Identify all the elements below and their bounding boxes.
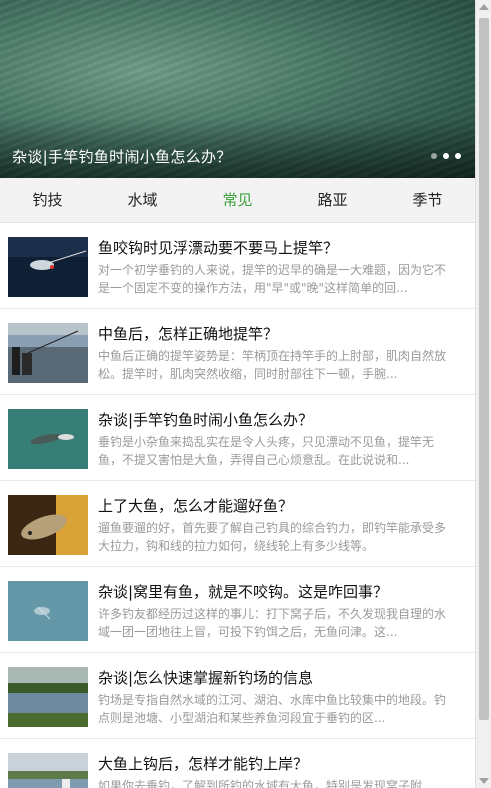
article-title[interactable]: 上了大鱼，怎么才能遛好鱼？ (98, 495, 468, 516)
article-summary: 如果你去垂钓，了解到所钓的水域有大鱼，特别是发现窝子附 (98, 779, 423, 788)
scrollbar[interactable] (475, 0, 491, 788)
pagination-dot[interactable] (455, 153, 461, 159)
category-tabs: 钓技 水域 常见 路亚 季节 (0, 178, 475, 223)
article-thumbnail (8, 237, 88, 297)
article-title[interactable]: 杂谈|窝里有鱼，就是不咬钩。这是咋回事？ (98, 581, 468, 602)
article-thumbnail (8, 495, 88, 555)
article-title[interactable]: 杂谈|怎么快速掌握新钓场的信息 (98, 667, 468, 688)
article-summary: 钓场是专指自然水域的江河、湖泊、水库中鱼比较集中的地段。钓点则是池塘、小型湖泊和… (98, 693, 447, 725)
article-summary: 遛鱼要遛的好，首先要了解自己钓具的综合钓力，即钓竿能承受多大拉力，钩和线的拉力如… (98, 521, 447, 553)
article-summary: 中鱼后正确的提竿姿势是：竿柄顶在持竿手的上肘部，肌肉自然放松。提竿时，肌肉突然收… (98, 349, 447, 381)
banner-caption: 杂谈|手竿钓鱼时闹小鱼怎么办？ (12, 148, 232, 166)
banner-pagination (431, 153, 461, 159)
tab-lure[interactable]: 路亚 (285, 178, 380, 222)
app-frame: 杂谈|手竿钓鱼时闹小鱼怎么办？ 钓技 水域 常见 路亚 季节 鱼咬钩时见浮漂动要… (0, 0, 475, 788)
pagination-dot-active[interactable] (443, 153, 449, 159)
article-summary: 垂钓是小杂鱼来捣乱实在是令人头疼，只见漂动不见鱼，提竿无鱼，不提又害怕是大鱼，弄… (98, 435, 435, 467)
scroll-down-arrow-icon[interactable] (479, 778, 489, 784)
pagination-dot[interactable] (431, 153, 437, 159)
scrollbar-thumb[interactable] (479, 18, 489, 720)
tab-waters[interactable]: 水域 (95, 178, 190, 222)
article-item[interactable]: 杂谈|手竿钓鱼时闹小鱼怎么办？ 垂钓是小杂鱼来捣乱实在是令人头疼，只见漂动不见鱼… (0, 395, 475, 481)
banner-slide[interactable]: 杂谈|手竿钓鱼时闹小鱼怎么办？ (0, 0, 475, 178)
tab-season[interactable]: 季节 (380, 178, 475, 222)
article-title[interactable]: 大鱼上钩后，怎样才能钓上岸？ (98, 753, 468, 774)
article-thumbnail (8, 753, 88, 788)
tab-techniques[interactable]: 钓技 (0, 178, 95, 222)
article-thumbnail (8, 409, 88, 469)
article-summary: 许多钓友都经历过这样的事儿：打下窝子后，不久发现我自理的水域一团一团地往上冒，可… (98, 607, 447, 639)
article-thumbnail (8, 581, 88, 641)
article-item[interactable]: 中鱼后，怎样正确地提竿？ 中鱼后正确的提竿姿势是：竿柄顶在持竿手的上肘部，肌肉自… (0, 309, 475, 395)
tab-common[interactable]: 常见 (190, 178, 285, 222)
article-title[interactable]: 杂谈|手竿钓鱼时闹小鱼怎么办？ (98, 409, 468, 430)
article-item[interactable]: 杂谈|窝里有鱼，就是不咬钩。这是咋回事？ 许多钓友都经历过这样的事儿：打下窝子后… (0, 567, 475, 653)
article-thumbnail (8, 667, 88, 727)
article-item[interactable]: 大鱼上钩后，怎样才能钓上岸？ 如果你去垂钓，了解到所钓的水域有大鱼，特别是发现窝… (0, 739, 475, 788)
article-title[interactable]: 中鱼后，怎样正确地提竿？ (98, 323, 468, 344)
article-thumbnail (8, 323, 88, 383)
article-item[interactable]: 杂谈|怎么快速掌握新钓场的信息 钓场是专指自然水域的江河、湖泊、水库中鱼比较集中… (0, 653, 475, 739)
article-item[interactable]: 上了大鱼，怎么才能遛好鱼？ 遛鱼要遛的好，首先要了解自己钓具的综合钓力，即钓竿能… (0, 481, 475, 567)
article-item[interactable]: 鱼咬钩时见浮漂动要不要马上提竿？ 对一个初学垂钓的人来说，提竿的迟早的确是一大难… (0, 223, 475, 309)
article-summary: 对一个初学垂钓的人来说，提竿的迟早的确是一大难题，因为它不是一个固定不变的操作方… (98, 263, 447, 295)
article-title[interactable]: 鱼咬钩时见浮漂动要不要马上提竿？ (98, 237, 468, 258)
scroll-up-arrow-icon[interactable] (479, 4, 489, 10)
article-list: 鱼咬钩时见浮漂动要不要马上提竿？ 对一个初学垂钓的人来说，提竿的迟早的确是一大难… (0, 223, 475, 788)
